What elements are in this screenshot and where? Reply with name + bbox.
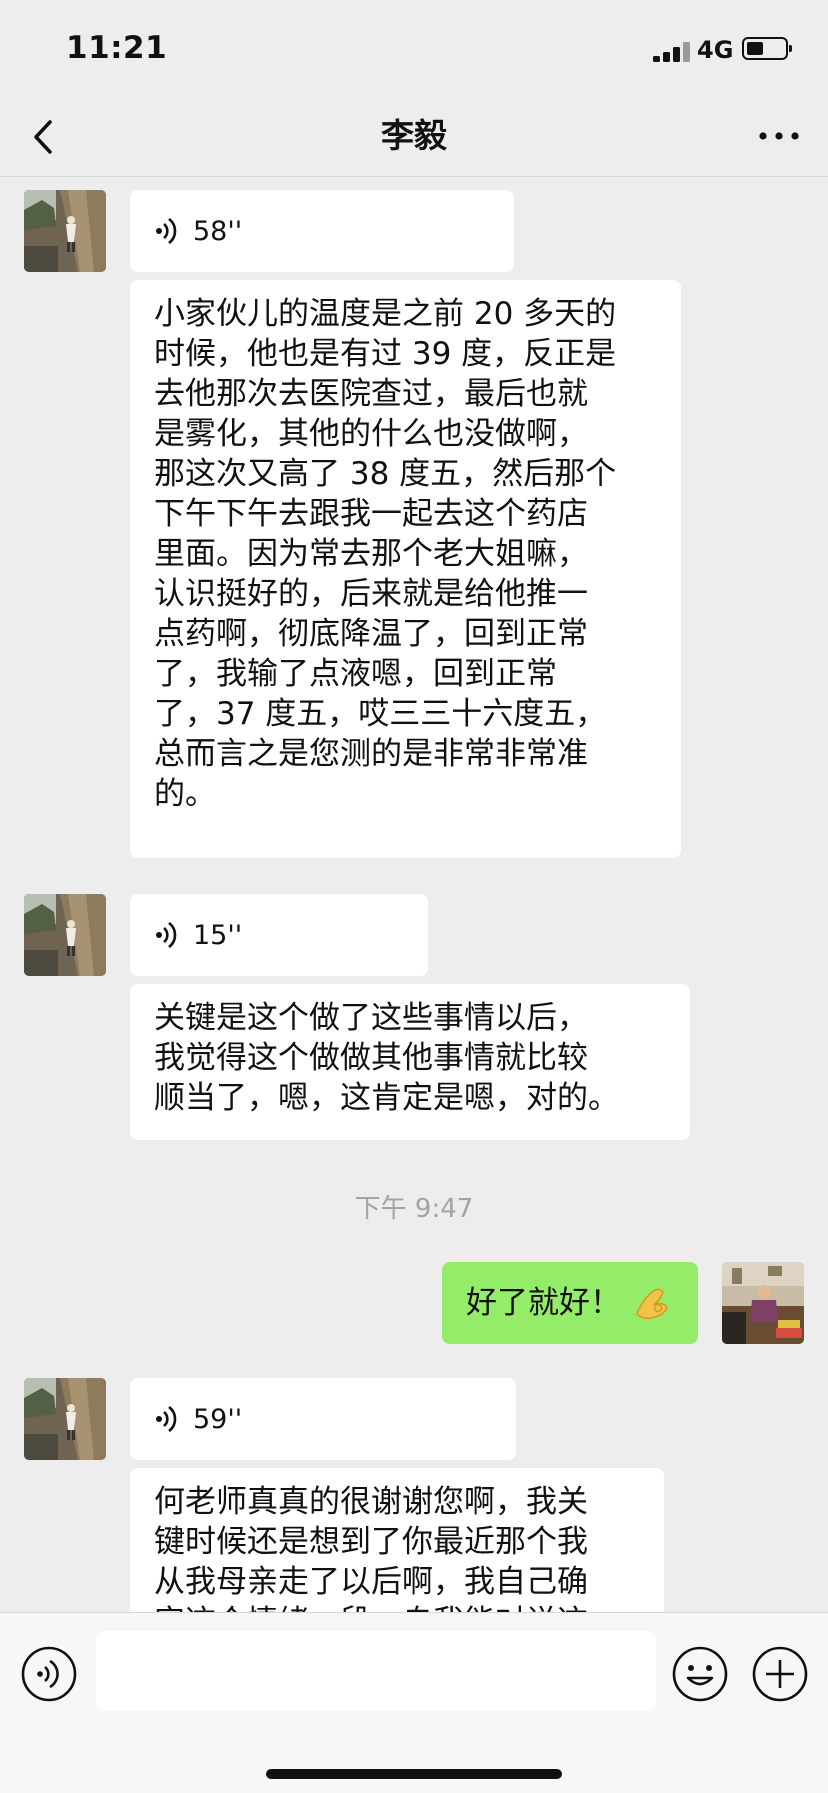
message-timestamp: 下午 9:47	[354, 1194, 474, 1224]
emoji-button[interactable]	[671, 1645, 729, 1703]
more-button[interactable]	[756, 120, 802, 152]
more-functions-button[interactable]	[751, 1645, 809, 1703]
voice-duration: 15''	[193, 919, 243, 951]
contact-avatar[interactable]	[24, 894, 106, 976]
self-avatar[interactable]	[722, 1262, 804, 1344]
text-message: 小家伙儿的温度是之前 20 多天的 时候，他也是有过 39 度，反正是 去他那次…	[130, 280, 681, 858]
signal-icon	[653, 42, 691, 62]
plus-icon	[752, 1646, 808, 1702]
voice-input-icon	[21, 1646, 77, 1702]
contact-avatar[interactable]	[24, 190, 106, 272]
network-label: 4G	[697, 36, 734, 64]
voice-duration: 59''	[193, 1403, 243, 1435]
home-indicator	[266, 1769, 562, 1779]
voice-duration: 58''	[193, 215, 243, 247]
self-text-message: 好了就好！	[442, 1262, 698, 1344]
ok-hand-icon	[636, 1288, 668, 1319]
text-message: 关键是这个做了这些事情以后， 我觉得这个做做其他事情就比较 顺当了，嗯，这肯定是…	[130, 984, 690, 1140]
status-bar: 11:21 4G	[0, 0, 828, 98]
chat-title: 李毅	[381, 116, 447, 155]
message-input[interactable]	[96, 1631, 656, 1711]
more-dots-icon	[759, 132, 799, 140]
status-time: 11:21	[66, 30, 168, 66]
voice-message[interactable]: 59''	[130, 1378, 516, 1460]
contact-avatar[interactable]	[24, 1378, 106, 1460]
battery-icon	[742, 37, 792, 60]
voice-wave-icon	[156, 1405, 177, 1433]
input-bar	[0, 1612, 828, 1793]
voice-wave-icon	[156, 217, 177, 245]
voice-wave-icon	[156, 921, 177, 949]
voice-input-button[interactable]	[20, 1645, 78, 1703]
self-message-text: 好了就好！	[466, 1285, 621, 1321]
emoji-icon	[672, 1646, 728, 1702]
voice-message[interactable]: 58''	[130, 190, 514, 272]
voice-message[interactable]: 15''	[130, 894, 428, 976]
nav-bar: 李毅	[0, 98, 828, 177]
